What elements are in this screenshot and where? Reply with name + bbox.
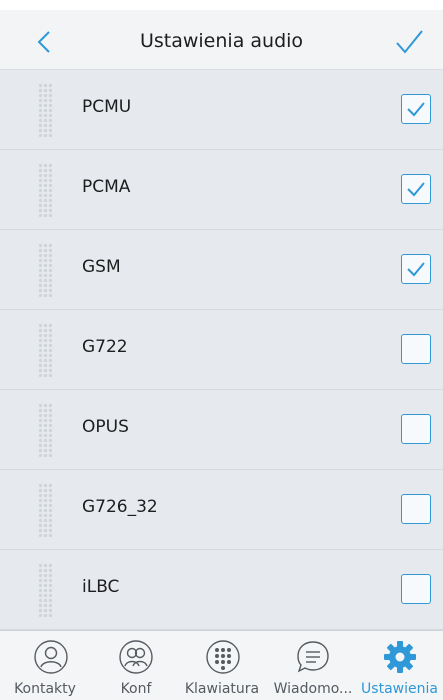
- codec-row[interactable]: PCMU: [0, 70, 443, 150]
- codec-row[interactable]: OPUS: [0, 390, 443, 470]
- tab-label: Klawiatura: [184, 681, 260, 697]
- codec-checkbox[interactable]: [401, 414, 431, 444]
- page-title: Ustawienia audio: [139, 30, 304, 52]
- codec-name: PCMA: [82, 177, 131, 197]
- codec-checkbox[interactable]: [401, 254, 431, 284]
- codec-row[interactable]: PCMA: [0, 150, 443, 230]
- settings-gear-icon: [384, 641, 416, 673]
- codec-list: PCMU PCMA GSM G722 OPUS G726_32 iLBC: [0, 70, 443, 630]
- codec-name: iLBC: [82, 577, 120, 597]
- drag-handle-icon[interactable]: [38, 163, 52, 217]
- codec-name: G722: [82, 337, 128, 357]
- codec-checkbox[interactable]: [401, 574, 431, 604]
- codec-checkbox[interactable]: [401, 94, 431, 124]
- contacts-icon: [34, 640, 68, 674]
- drag-handle-icon[interactable]: [38, 563, 52, 617]
- bottom-tab-bar: Kontakty Konf Klawiatura Wiadomo... Usta…: [0, 630, 443, 700]
- tab-label: Konf: [120, 681, 152, 697]
- codec-row[interactable]: G726_32: [0, 470, 443, 550]
- codec-name: G726_32: [82, 497, 158, 517]
- tab-settings[interactable]: Ustawienia: [356, 631, 443, 700]
- codec-name: OPUS: [82, 417, 129, 437]
- tab-conference[interactable]: Konf: [100, 631, 172, 700]
- checkmark-icon: [407, 182, 425, 197]
- codec-name: PCMU: [82, 97, 132, 117]
- tab-label: Wiadomo...: [273, 681, 353, 697]
- checkmark-icon: [407, 262, 425, 277]
- messages-icon: [297, 641, 329, 673]
- keypad-icon: [206, 640, 240, 674]
- drag-handle-icon[interactable]: [38, 323, 52, 377]
- tab-messages[interactable]: Wiadomo...: [270, 631, 356, 700]
- conference-icon: [119, 640, 153, 674]
- tab-contacts[interactable]: Kontakty: [0, 631, 90, 700]
- codec-name: GSM: [82, 257, 121, 277]
- app-header: Ustawienia audio: [0, 0, 443, 70]
- codec-checkbox[interactable]: [401, 174, 431, 204]
- drag-handle-icon[interactable]: [38, 243, 52, 297]
- codec-row[interactable]: iLBC: [0, 550, 443, 630]
- checkmark-icon[interactable]: [393, 27, 425, 57]
- drag-handle-icon[interactable]: [38, 483, 52, 537]
- codec-row[interactable]: GSM: [0, 230, 443, 310]
- drag-handle-icon[interactable]: [38, 83, 52, 137]
- codec-checkbox[interactable]: [401, 334, 431, 364]
- codec-checkbox[interactable]: [401, 494, 431, 524]
- tab-label: Kontakty: [14, 681, 76, 697]
- tab-label: Ustawienia: [361, 681, 438, 697]
- tab-keypad[interactable]: Klawiatura: [176, 631, 268, 700]
- codec-row[interactable]: G722: [0, 310, 443, 390]
- checkmark-icon: [407, 102, 425, 117]
- drag-handle-icon[interactable]: [38, 403, 52, 457]
